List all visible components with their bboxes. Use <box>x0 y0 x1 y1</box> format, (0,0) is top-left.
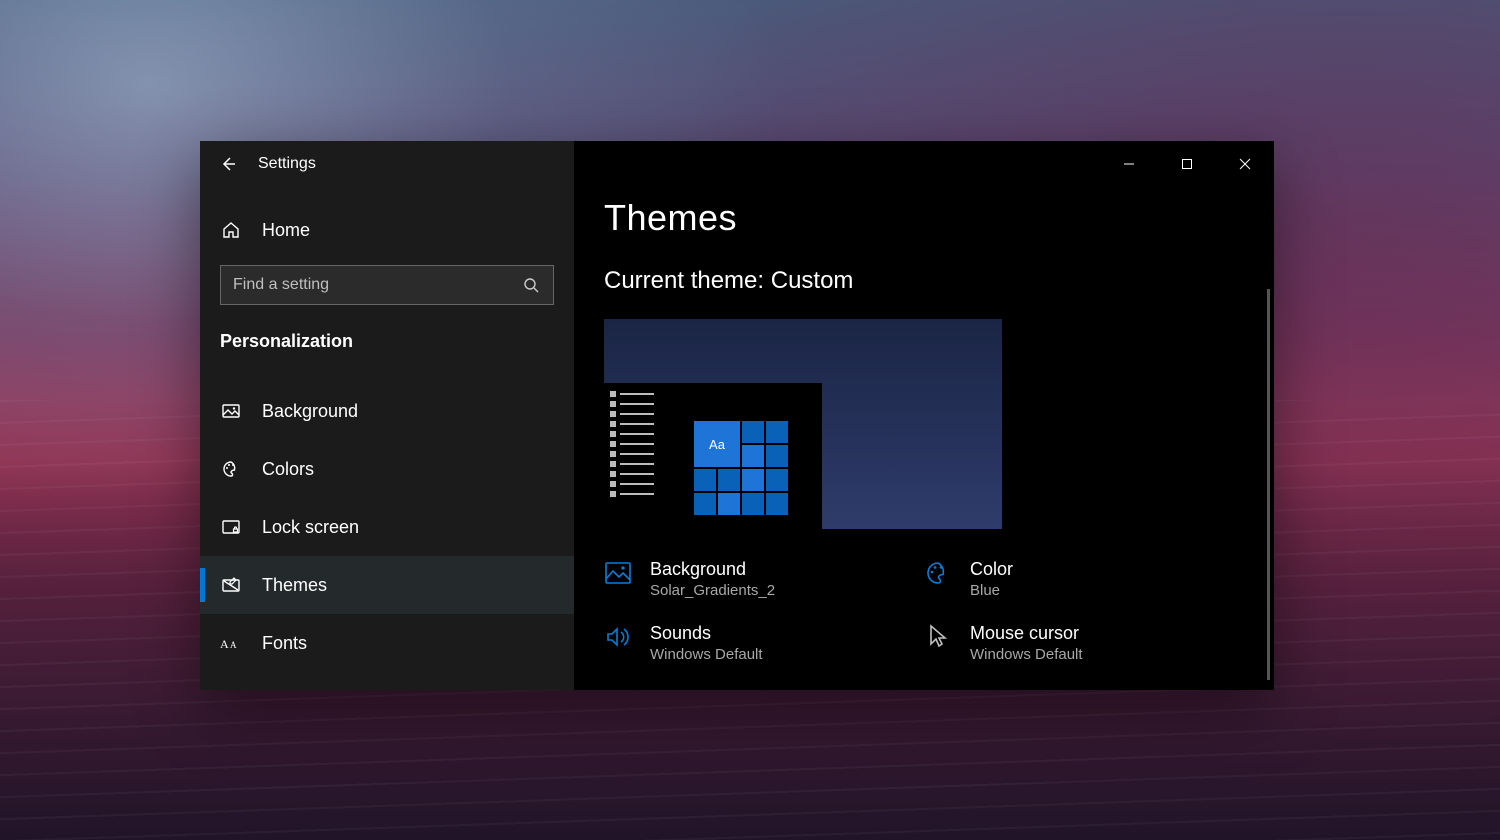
sidebar-item-background[interactable]: Background <box>200 382 574 440</box>
content: Themes Current theme: Custom <box>574 141 1274 663</box>
sidebar-item-themes[interactable]: Themes <box>200 556 574 614</box>
main-panel: Themes Current theme: Custom <box>574 141 1274 690</box>
home-nav[interactable]: Home <box>200 205 574 255</box>
tile-grid: Aa <box>694 421 786 523</box>
image-icon <box>604 559 632 587</box>
setting-color[interactable]: Color Blue <box>924 559 1244 599</box>
minimize-icon <box>1123 158 1135 170</box>
fonts-icon: AA <box>220 632 242 654</box>
back-button[interactable] <box>220 156 236 172</box>
current-theme-label: Current theme: Custom <box>604 267 1244 295</box>
settings-window: Settings Home Personalization Background <box>200 141 1274 690</box>
setting-sounds[interactable]: Sounds Windows Default <box>604 623 924 663</box>
maximize-button[interactable] <box>1158 141 1216 187</box>
preview-tile-aa: Aa <box>694 421 740 467</box>
sidebar-item-lockscreen[interactable]: Lock screen <box>200 498 574 556</box>
search-box[interactable] <box>220 265 554 305</box>
cursor-icon <box>924 623 952 651</box>
window-title: Settings <box>258 155 316 173</box>
minimize-button[interactable] <box>1100 141 1158 187</box>
theme-preview: Aa <box>604 319 1002 529</box>
setting-mouse-cursor[interactable]: Mouse cursor Windows Default <box>924 623 1244 663</box>
sidebar-item-label: Themes <box>262 575 327 596</box>
close-button[interactable] <box>1216 141 1274 187</box>
home-icon <box>220 219 242 241</box>
search-icon <box>523 276 541 294</box>
image-icon <box>220 400 242 422</box>
setting-name: Color <box>970 559 1013 580</box>
lockscreen-icon <box>220 516 242 538</box>
sidebar: Settings Home Personalization Background <box>200 141 574 690</box>
setting-value: Windows Default <box>970 646 1083 663</box>
themes-icon <box>220 574 242 596</box>
sidebar-item-label: Colors <box>262 459 314 480</box>
sidebar-item-label: Background <box>262 401 358 422</box>
sound-icon <box>604 623 632 651</box>
setting-name: Sounds <box>650 623 763 644</box>
sidebar-item-colors[interactable]: Colors <box>200 440 574 498</box>
sidebar-item-label: Lock screen <box>262 517 359 538</box>
search-input[interactable] <box>233 276 513 294</box>
sidebar-nav: Background Colors Lock screen Themes <box>200 382 574 672</box>
close-icon <box>1239 158 1251 170</box>
svg-text:A: A <box>230 640 237 650</box>
window-controls <box>1100 141 1274 187</box>
palette-icon <box>924 559 952 587</box>
theme-settings-grid: Background Solar_Gradients_2 Color Blue <box>604 559 1244 663</box>
setting-name: Mouse cursor <box>970 623 1083 644</box>
setting-value: Blue <box>970 582 1013 599</box>
setting-name: Background <box>650 559 775 580</box>
arrow-left-icon <box>220 156 236 172</box>
setting-value: Solar_Gradients_2 <box>650 582 775 599</box>
scrollbar[interactable] <box>1267 289 1270 680</box>
page-title: Themes <box>604 197 1244 239</box>
home-label: Home <box>262 220 310 241</box>
category-label: Personalization <box>220 331 554 352</box>
setting-value: Windows Default <box>650 646 763 663</box>
svg-text:A: A <box>220 637 229 651</box>
sidebar-item-fonts[interactable]: AA Fonts <box>200 614 574 672</box>
sidebar-item-label: Fonts <box>262 633 307 654</box>
setting-background[interactable]: Background Solar_Gradients_2 <box>604 559 924 599</box>
palette-icon <box>220 458 242 480</box>
titlebar: Settings <box>200 141 574 187</box>
start-menu-preview: Aa <box>604 383 822 529</box>
maximize-icon <box>1181 158 1193 170</box>
